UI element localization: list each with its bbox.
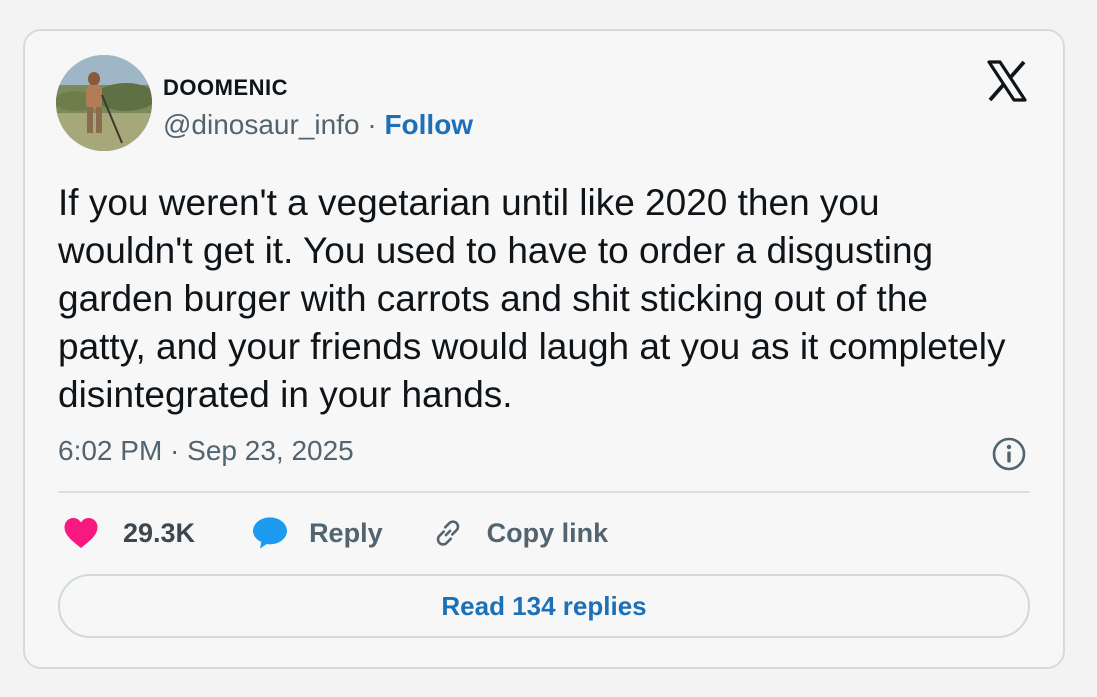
divider [58, 491, 1030, 493]
copy-link-button[interactable]: Copy link [431, 516, 609, 550]
copy-link-label: Copy link [486, 517, 609, 548]
avatar[interactable] [56, 55, 152, 151]
follow-button[interactable]: Follow [384, 109, 473, 140]
speech-bubble-icon [253, 517, 288, 549]
reply-button[interactable]: Reply [251, 516, 383, 550]
handle-separator: · [359, 109, 385, 140]
read-replies-button[interactable]: Read 134 replies [58, 574, 1030, 638]
tweet-text: If you weren't a vegetarian until like 2… [58, 182, 1006, 415]
link-icon [436, 520, 459, 546]
info-icon[interactable] [991, 436, 1027, 472]
reply-label: Reply [309, 517, 383, 548]
heart-icon [64, 518, 98, 548]
tweet-card: DOOMENIC @dinosaur_info · Follow If you … [23, 29, 1065, 669]
tweet-timestamp[interactable]: 6:02 PM · Sep 23, 2025 [58, 435, 354, 467]
like-count: 29.3K [123, 517, 196, 548]
action-bar: 29.3K Reply Copy link [63, 513, 608, 553]
display-name[interactable]: DOOMENIC [163, 75, 288, 101]
handle-row: @dinosaur_info · Follow [163, 109, 473, 141]
x-logo-icon[interactable] [985, 59, 1029, 103]
handle[interactable]: @dinosaur_info [163, 109, 360, 140]
like-button[interactable]: 29.3K [63, 516, 195, 550]
